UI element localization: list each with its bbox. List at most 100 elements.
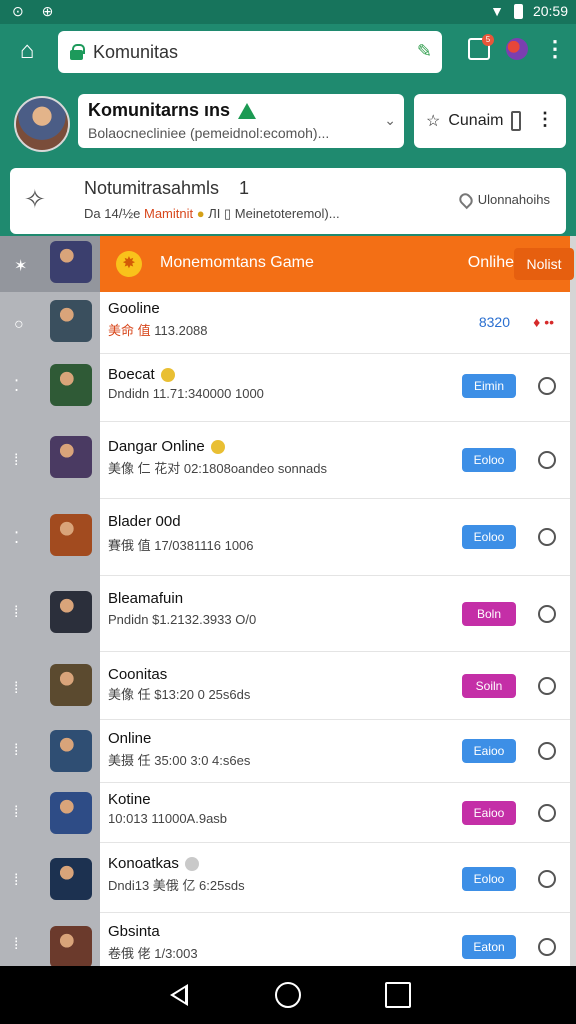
item-title-row: Goоline: [108, 300, 160, 317]
item-title-row: Kotine: [108, 791, 151, 808]
game-thumbnail[interactable]: [50, 664, 92, 706]
item-radio[interactable]: [538, 605, 556, 623]
info-card[interactable]: ✧ Notumitrasahmls 1 Da 14/½e Mamitnit ● Л…: [10, 168, 566, 234]
join-button[interactable]: ☆ Cunaim ⋮: [414, 94, 566, 148]
status-time: 20:59: [532, 3, 568, 19]
drag-handle-icon[interactable]: ⁞: [14, 936, 18, 954]
item-radio[interactable]: [538, 742, 556, 760]
url-bar[interactable]: Komunitas ✎: [58, 31, 442, 73]
drag-handle-icon[interactable]: ⁞: [14, 680, 18, 698]
list-item[interactable]: Blader 00d 賽俄 值 17/0381116 1006 Eoloo: [100, 499, 570, 576]
item-subtitle: 美像 仁 花对 02:1808oandeo sonnads: [108, 461, 327, 476]
game-thumbnail[interactable]: [50, 514, 92, 556]
item-title: Bleamafuin: [108, 590, 184, 607]
status-left-icons: ⊙ ⊕: [12, 3, 67, 20]
list-item[interactable]: Konoatkas Dndi13 美俄 亿 6:25sds Eoloo: [100, 843, 570, 913]
featured-button[interactable]: Nolist: [514, 248, 574, 280]
list-item[interactable]: Gbsinta 卷俄 佬 1/3:003 Eaton: [100, 913, 570, 966]
item-action-button[interactable]: Eoloo: [462, 525, 516, 549]
item-title-row: Coonitas: [108, 666, 167, 683]
item-radio[interactable]: [538, 451, 556, 469]
translate-icon[interactable]: ✎: [417, 41, 432, 62]
game-thumbnail[interactable]: [50, 436, 92, 478]
coin-icon: [160, 367, 175, 382]
extension-icon[interactable]: [506, 38, 528, 60]
game-thumbnail[interactable]: [50, 300, 92, 342]
notification-icon: ⊕: [41, 3, 54, 19]
drag-handle-icon[interactable]: ⁞: [14, 804, 18, 822]
drag-handle-icon[interactable]: ⁞: [14, 452, 18, 470]
list-item[interactable]: Dangar Online 美像 仁 花对 02:1808oandeo sonn…: [100, 422, 570, 499]
item-title: Gbsinta: [108, 923, 160, 940]
game-thumbnail[interactable]: [50, 792, 92, 834]
recents-icon[interactable]: [385, 982, 411, 1008]
tab-badge: 5: [482, 34, 494, 46]
home-icon[interactable]: ⌂: [14, 38, 40, 64]
item-radio[interactable]: [538, 677, 556, 695]
browser-toolbar: ⌂ Komunitas ✎ 5 ⋮: [0, 24, 576, 80]
game-thumbnail[interactable]: [50, 591, 92, 633]
item-flag[interactable]: ♦ ••: [533, 314, 554, 330]
drag-handle-icon[interactable]: ⁚: [14, 528, 19, 548]
community-title-row: Komunitarns ıns: [88, 100, 394, 121]
community-avatar[interactable]: [14, 96, 70, 152]
community-selector[interactable]: Komunitarns ıns Bolaocnecliniee (pemeidn…: [78, 94, 404, 148]
item-radio[interactable]: [538, 938, 556, 956]
item-action-button[interactable]: Eoloo: [462, 448, 516, 472]
drag-handle-icon[interactable]: ⁚: [14, 376, 19, 396]
list-item[interactable]: Online 美摄 任 35:00 3:0 4:s6es Eaioo: [100, 720, 570, 783]
list-item[interactable]: Boecat Dndidn 11.71:340000 1000 Eimin: [100, 354, 570, 422]
item-subtitle: 美摄 任 35:00 3:0 4:s6es: [108, 753, 251, 768]
more-icon[interactable]: ⋮: [536, 109, 554, 130]
item-radio[interactable]: [538, 528, 556, 546]
drag-handle-icon[interactable]: ⁞: [14, 872, 18, 890]
home-circle-icon[interactable]: [275, 982, 301, 1008]
game-thumbnail[interactable]: [50, 926, 92, 968]
verified-icon: [238, 102, 257, 119]
back-icon[interactable]: [166, 982, 192, 1008]
game-thumbnail[interactable]: [50, 858, 92, 900]
item-subtitle: 卷俄 佬 1/3:003: [108, 946, 198, 961]
item-subtitle: 10:013 11000A.9asb: [108, 811, 228, 826]
item-action-button[interactable]: Eaioo: [462, 739, 516, 763]
item-sub-text: 113.2088: [154, 323, 208, 338]
list-item[interactable]: Bleamafuin Pndidn $1.2132.3933 O/0 Boln: [100, 576, 570, 652]
tab-switcher-button[interactable]: 5: [468, 34, 494, 60]
item-title-row: Gbsinta: [108, 923, 160, 940]
item-action-button[interactable]: Eoloo: [462, 867, 516, 891]
info-sub-suffix: Meinetoteremol)...: [234, 206, 340, 221]
item-action-button[interactable]: Eaton: [462, 935, 516, 959]
item-action-button[interactable]: Eimin: [462, 374, 516, 398]
item-radio[interactable]: [538, 870, 556, 888]
location-link[interactable]: Ulonnahoihs: [456, 190, 550, 209]
list-item[interactable]: Goоline 美命 值 113.2088 8320 ♦ ••: [100, 292, 570, 354]
game-thumbnail[interactable]: [50, 730, 92, 772]
lock-icon: [70, 44, 85, 60]
list-item[interactable]: Kotine 10:013 11000A.9asb Eaioo: [100, 783, 570, 843]
scrollbar[interactable]: [570, 236, 576, 966]
item-radio[interactable]: [538, 377, 556, 395]
game-thumbnail[interactable]: [50, 364, 92, 406]
status-bar: ⊙ ⊕ ▼ 20:59: [0, 0, 576, 24]
item-action-button[interactable]: Eaioo: [462, 801, 516, 825]
featured-row[interactable]: ✸ Monemomtans Game Onlihe Nolist: [100, 236, 574, 292]
join-label: Cunaim: [448, 112, 504, 129]
game-thumbnail[interactable]: [50, 241, 92, 283]
browser-menu-icon[interactable]: ⋮: [544, 38, 566, 60]
item-score: 8320: [478, 314, 510, 330]
community-header: Komunitarns ıns Bolaocnecliniee (pemeidn…: [0, 80, 576, 240]
star-icon[interactable]: ✶: [14, 256, 27, 276]
search-icon[interactable]: ○: [14, 316, 24, 334]
item-title-row: Boecat: [108, 366, 175, 383]
sun-badge-icon: ✸: [116, 251, 142, 277]
info-count: 1: [239, 178, 250, 198]
coin-icon: [184, 856, 199, 871]
list-item[interactable]: Coonitas 美像 任 $13:20 0 25s6ds Soiln: [100, 652, 570, 720]
drag-handle-icon[interactable]: ⁞: [14, 742, 18, 760]
item-action-button[interactable]: Boln: [462, 602, 516, 626]
item-radio[interactable]: [538, 804, 556, 822]
battery-icon: [513, 3, 523, 19]
community-title: Komunitarns ıns: [88, 100, 231, 120]
item-action-button[interactable]: Soiln: [462, 674, 516, 698]
drag-handle-icon[interactable]: ⁞: [14, 604, 18, 622]
